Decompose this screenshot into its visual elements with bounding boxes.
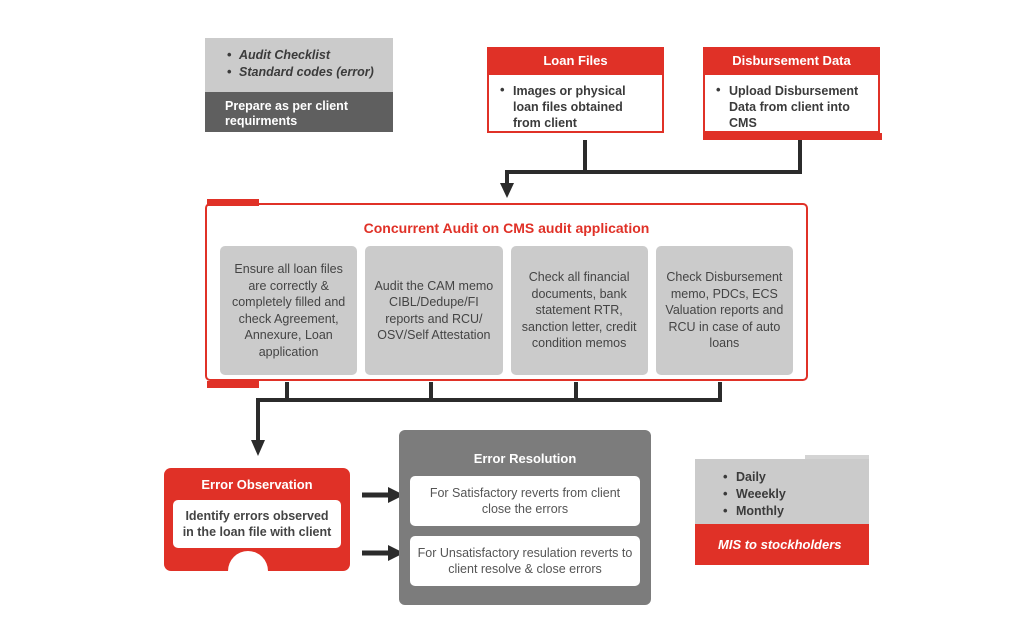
audit-title: Concurrent Audit on CMS audit applicatio… [363, 220, 650, 236]
mis-card-footer: MIS to stockholders [695, 524, 869, 565]
flowchart-canvas: Audit Checklist Standard codes (error) P… [0, 0, 1024, 634]
audit-column: Check Disbursement memo, PDCs, ECS Valua… [655, 246, 793, 375]
error-observation-card: Error Observation Identify errors observ… [164, 468, 350, 571]
audit-column: Check all financial documents, bank stat… [510, 246, 648, 375]
circle-decoration-icon [228, 551, 268, 571]
list-item: Daily [723, 468, 869, 486]
error-resolution-item: For Unsatisfactory resulation reverts to… [410, 536, 640, 586]
mis-frequency-items: Daily Weeekly Monthly [723, 468, 869, 520]
error-resolution-item: For Satisfactory reverts from client clo… [410, 476, 640, 526]
mis-card: Daily Weeekly Monthly MIS to stockholder… [695, 455, 869, 565]
audit-accent-top-bar [207, 199, 259, 206]
error-observation-body: Identify errors observed in the loan fil… [173, 500, 341, 548]
audit-column: Ensure all loan files are correctly & co… [220, 246, 358, 375]
list-item: Monthly [723, 502, 869, 520]
error-resolution-title: Error Resolution [473, 451, 577, 466]
audit-column: Audit the CAM memo CIBL/Dedupe/FI report… [365, 246, 503, 375]
audit-accent-bottom-bar [207, 381, 259, 388]
error-resolution-panel: Error Resolution For Satisfactory revert… [399, 430, 651, 605]
audit-columns: Ensure all loan files are correctly & co… [207, 236, 806, 375]
error-observation-title: Error Observation [201, 477, 313, 492]
mis-frequency-list-area: Daily Weeekly Monthly [695, 459, 869, 524]
concurrent-audit-container: Concurrent Audit on CMS audit applicatio… [205, 203, 808, 381]
list-item: Weeekly [723, 485, 869, 503]
